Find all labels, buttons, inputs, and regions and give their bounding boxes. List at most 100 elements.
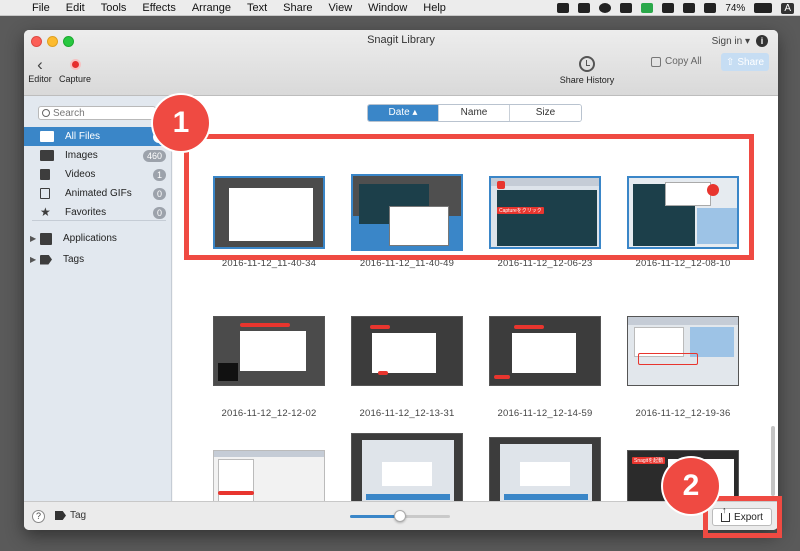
window-toolbar: Snagit Library Sign in ▾ i ‹ Editor Capt…	[24, 30, 778, 96]
thumbnail-item[interactable]	[338, 433, 476, 501]
copy-all-label: Copy All	[665, 56, 702, 67]
sidebar-item-label: Images	[65, 150, 98, 161]
record-icon	[69, 59, 81, 70]
thumbnail-item[interactable]: 2016-11-12_12-14-59	[476, 316, 614, 419]
slider-fill	[350, 515, 400, 518]
library-sidebar: Search All Files 4 Images 460 Videos 1 A…	[24, 96, 172, 501]
thumbnail-label: 2016-11-12_12-13-31	[359, 408, 455, 419]
evernote-icon[interactable]	[641, 3, 654, 13]
search-placeholder: Search	[53, 107, 85, 119]
tag-icon	[40, 254, 52, 265]
thumbnail-item[interactable]: 2016-11-12_12-19-36	[614, 316, 752, 419]
sidebar-group-label: Applications	[63, 233, 117, 244]
disclosure-triangle-icon[interactable]: ▶	[30, 255, 36, 264]
sidebar-item-label: Favorites	[65, 207, 107, 218]
tag-button[interactable]: Tag	[55, 510, 86, 521]
count-badge: 0	[152, 187, 166, 200]
image-icon	[40, 150, 54, 161]
highlight-rectangle-2	[703, 496, 782, 538]
menu-effects[interactable]: Effects	[134, 2, 183, 14]
applications-icon	[40, 232, 52, 245]
info-icon[interactable]: i	[756, 35, 768, 47]
sidebar-item-images[interactable]: Images 460	[24, 146, 172, 165]
gif-file-icon	[40, 188, 50, 199]
highlight-rectangle-1	[184, 134, 754, 260]
bottom-bar: ? Tag Export	[24, 501, 778, 530]
volume-icon[interactable]	[704, 3, 717, 13]
sidebar-divider	[32, 220, 166, 221]
window-title: Snagit Library	[367, 34, 435, 46]
menu-file[interactable]: File	[24, 2, 58, 14]
menu-view[interactable]: View	[321, 2, 361, 14]
menu-tools[interactable]: Tools	[93, 2, 135, 14]
snagit-status-icon[interactable]	[578, 3, 591, 13]
scrollbar-thumb[interactable]	[771, 426, 775, 496]
thumbnail-item[interactable]: 2016-11-12_12-12-02	[200, 316, 338, 419]
step-badge-2: 2	[663, 458, 719, 514]
sidebar-item-all-files[interactable]: All Files 4	[24, 127, 172, 146]
sort-segmented-control: Date ▴ Name Size	[367, 104, 582, 122]
share-history-button[interactable]: Share History	[552, 55, 622, 85]
input-source-indicator[interactable]: A	[781, 2, 794, 14]
thumbnail-label: 2016-11-12_12-19-36	[635, 408, 731, 419]
search-icon	[42, 109, 50, 117]
menu-bar: File Edit Tools Effects Arrange Text Sha…	[0, 0, 800, 16]
wifi-icon[interactable]	[662, 3, 675, 13]
thumbnail-item[interactable]	[200, 450, 338, 501]
sidebar-group-label: Tags	[63, 254, 85, 265]
disclosure-triangle-icon[interactable]: ▶	[30, 234, 36, 243]
menu-help[interactable]: Help	[415, 2, 454, 14]
menu-window[interactable]: Window	[360, 2, 415, 14]
sort-by-name-tab[interactable]: Name	[439, 105, 510, 121]
snagit-library-window: Snagit Library Sign in ▾ i ‹ Editor Capt…	[24, 30, 778, 530]
help-button[interactable]: ?	[32, 510, 45, 523]
video-icon	[40, 169, 50, 180]
record-status-icon[interactable]	[599, 3, 612, 13]
thumbnail-image[interactable]	[213, 450, 325, 501]
thumbnail-image[interactable]	[489, 316, 601, 386]
copy-all-button[interactable]: Copy All	[651, 56, 702, 67]
battery-icon[interactable]	[754, 3, 773, 13]
sidebar-item-label: Animated GIFs	[65, 188, 132, 199]
menu-text[interactable]: Text	[239, 2, 275, 14]
menu-share[interactable]: Share	[275, 2, 320, 14]
share-icon: ⇧	[725, 56, 735, 68]
menu-arrange[interactable]: Arrange	[184, 2, 239, 14]
search-field[interactable]: Search	[38, 106, 156, 120]
sidebar-group-applications[interactable]: ▶ Applications	[24, 229, 172, 248]
thumbnail-image[interactable]	[351, 316, 463, 386]
count-badge: 0	[152, 206, 166, 219]
thumbnail-image[interactable]	[489, 437, 601, 501]
thumbnail-image[interactable]	[213, 316, 325, 386]
dropbox-icon[interactable]	[557, 3, 570, 13]
chevron-left-icon: ‹	[37, 55, 43, 74]
menu-edit[interactable]: Edit	[58, 2, 93, 14]
sort-by-date-tab[interactable]: Date ▴	[368, 105, 439, 121]
airplay-icon[interactable]	[683, 3, 696, 13]
thumbnail-item[interactable]: 2016-11-12_12-13-31	[338, 316, 476, 419]
sign-in-menu[interactable]: Sign in ▾	[712, 36, 750, 47]
creative-cloud-icon[interactable]	[620, 3, 633, 13]
share-label: Share	[737, 56, 765, 68]
editor-label: Editor	[28, 74, 52, 84]
share-history-label: Share History	[559, 75, 615, 85]
sort-by-size-tab[interactable]: Size	[510, 105, 581, 121]
thumbnail-image[interactable]	[627, 316, 739, 386]
capture-button[interactable]: Capture	[55, 56, 95, 84]
vertical-scrollbar[interactable]	[771, 136, 776, 496]
sidebar-group-tags[interactable]: ▶ Tags	[24, 250, 172, 269]
step-badge-1: 1	[153, 95, 209, 151]
share-button[interactable]: ⇧ Share	[721, 53, 769, 71]
tag-icon	[55, 511, 66, 520]
thumbnail-item[interactable]	[476, 437, 614, 501]
thumbnail-size-slider[interactable]	[350, 510, 450, 522]
all-files-icon	[40, 131, 54, 142]
battery-percent[interactable]: 74%	[725, 3, 745, 14]
editor-button[interactable]: ‹ Editor	[26, 55, 54, 85]
thumbnail-image[interactable]	[351, 433, 463, 501]
sidebar-item-animated-gifs[interactable]: Animated GIFs 0	[24, 184, 172, 203]
slider-knob[interactable]	[394, 510, 406, 522]
sidebar-item-videos[interactable]: Videos 1	[24, 165, 172, 184]
thumbnail-label: 2016-11-12_12-14-59	[497, 408, 593, 419]
tag-label: Tag	[70, 510, 87, 521]
